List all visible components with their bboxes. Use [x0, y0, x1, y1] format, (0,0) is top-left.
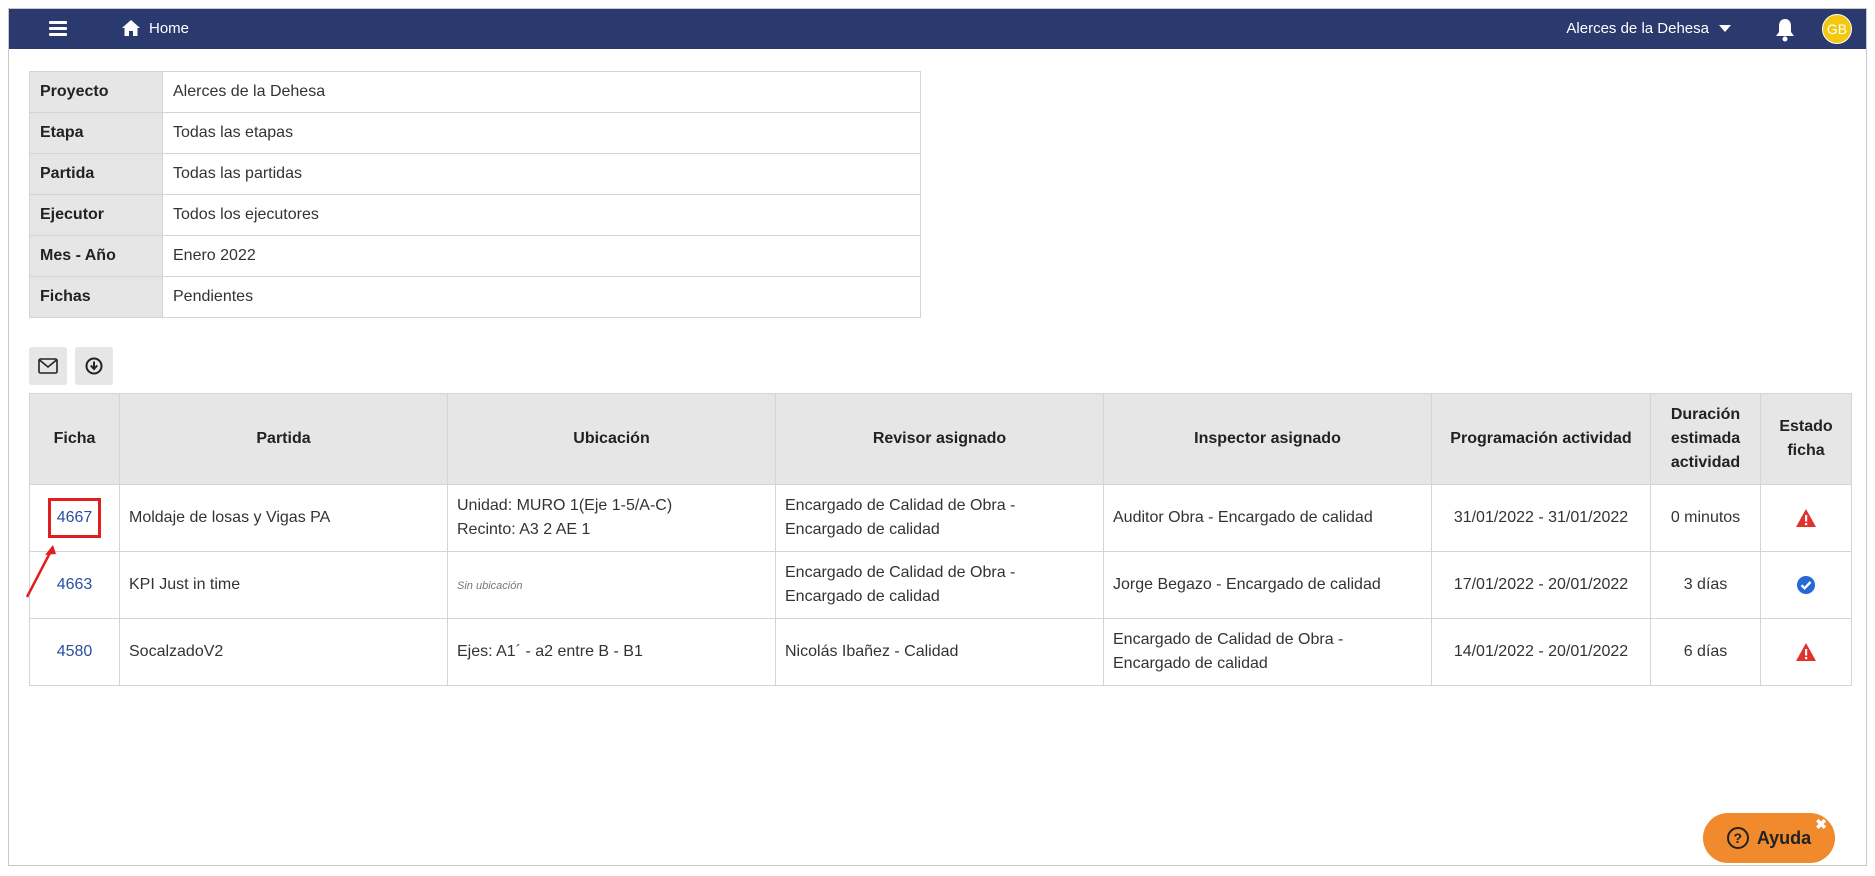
- download-button[interactable]: [75, 347, 113, 385]
- estado-cell: [1760, 618, 1852, 686]
- table-row: 4667 Moldaje de losas y Vigas PA Unidad:…: [29, 484, 1852, 552]
- filter-value: Alerces de la Dehesa: [162, 71, 921, 113]
- header-ficha[interactable]: Ficha: [29, 393, 120, 485]
- help-label: Ayuda: [1756, 827, 1812, 848]
- table-header-row: Ficha Partida Ubicación Revisor asignado…: [29, 393, 1852, 485]
- ubicacion-line: Recinto: A3 2 AE 1: [457, 521, 591, 538]
- filter-row-ejecutor: Ejecutor Todos los ejecutores: [29, 194, 921, 236]
- ficha-link[interactable]: 4667: [57, 509, 93, 526]
- bell-icon[interactable]: [1772, 17, 1798, 43]
- header-ubicacion[interactable]: Ubicación: [447, 393, 776, 485]
- duracion-cell: 6 días: [1650, 618, 1761, 686]
- filter-label: Fichas: [29, 276, 163, 318]
- fichas-table: Ficha Partida Ubicación Revisor asignado…: [29, 393, 1852, 686]
- filter-label: Etapa: [29, 112, 163, 154]
- home-label: Home: [149, 19, 190, 37]
- header-duracion[interactable]: Duración estimada actividad: [1650, 393, 1761, 485]
- filter-value: Todas las partidas: [162, 153, 921, 195]
- programacion-cell: 31/01/2022 - 31/01/2022: [1431, 484, 1651, 552]
- chevron-down-icon: [1719, 25, 1731, 32]
- annotation-highlight-box: 4667: [47, 498, 102, 538]
- header-programacion[interactable]: Programación actividad: [1431, 393, 1651, 485]
- filter-row-partida: Partida Todas las partidas: [29, 153, 921, 195]
- filter-value: Pendientes: [162, 276, 921, 318]
- header-estado[interactable]: Estado ficha: [1760, 393, 1852, 485]
- envelope-icon: [38, 358, 58, 374]
- programacion-cell: 17/01/2022 - 20/01/2022: [1431, 551, 1651, 619]
- ubicacion-cell: Sin ubicación: [447, 551, 776, 619]
- filter-label: Ejecutor: [29, 194, 163, 236]
- estado-cell: [1760, 484, 1852, 552]
- filter-value: Enero 2022: [162, 235, 921, 277]
- ubicacion-line: Unidad: MURO 1(Eje 1-5/A-C): [457, 497, 673, 514]
- warning-triangle-icon[interactable]: [1795, 641, 1817, 663]
- ubicacion-cell: Ejes: A1´ - a2 entre B - B1: [447, 618, 776, 686]
- filter-label: Proyecto: [29, 71, 163, 113]
- partida-cell: Moldaje de losas y Vigas PA: [119, 484, 448, 552]
- inspector-cell: Encargado de Calidad de Obra - Encargado…: [1103, 618, 1432, 686]
- filter-row-fichas: Fichas Pendientes: [29, 276, 921, 318]
- download-icon: [85, 357, 103, 375]
- inspector-cell: Auditor Obra - Encargado de calidad: [1103, 484, 1432, 552]
- ficha-link[interactable]: 4580: [57, 643, 93, 660]
- revisor-cell: Encargado de Calidad de Obra - Encargado…: [775, 484, 1104, 552]
- annotation-arrow-icon: [25, 545, 56, 598]
- programacion-cell: 14/01/2022 - 20/01/2022: [1431, 618, 1651, 686]
- filter-value: Todos los ejecutores: [162, 194, 921, 236]
- no-location-label: Sin ubicación: [457, 579, 523, 592]
- estado-cell: [1760, 551, 1852, 619]
- filter-row-proyecto: Proyecto Alerces de la Dehesa: [29, 71, 921, 113]
- help-button[interactable]: ? Ayuda ✖: [1703, 813, 1835, 863]
- duracion-cell: 0 minutos: [1650, 484, 1761, 552]
- filters-summary-table: Proyecto Alerces de la Dehesa Etapa Toda…: [29, 71, 921, 318]
- partida-cell: SocalzadoV2: [119, 618, 448, 686]
- question-circle-icon: ?: [1726, 827, 1749, 849]
- home-link[interactable]: Home: [121, 19, 189, 37]
- avatar[interactable]: GB: [1822, 14, 1852, 44]
- filter-value: Todas las etapas: [162, 112, 921, 154]
- revisor-cell: Nicolás Ibañez - Calidad: [775, 618, 1104, 686]
- filter-row-etapa: Etapa Todas las etapas: [29, 112, 921, 154]
- filter-label: Partida: [29, 153, 163, 195]
- email-button[interactable]: [29, 347, 67, 385]
- project-selector[interactable]: Alerces de la Dehesa: [1566, 20, 1731, 37]
- filter-row-mes-ano: Mes - Año Enero 2022: [29, 235, 921, 277]
- top-navbar: Home Alerces de la Dehesa GB: [9, 9, 1866, 49]
- table-row: 4663 KPI Just in time Sin ubicación Enca…: [29, 551, 1852, 619]
- hamburger-icon[interactable]: [49, 21, 67, 37]
- app-frame: Home Alerces de la Dehesa GB Proyecto Al…: [8, 8, 1867, 866]
- header-partida[interactable]: Partida: [119, 393, 448, 485]
- ficha-cell: 4580: [29, 618, 120, 686]
- header-inspector[interactable]: Inspector asignado: [1103, 393, 1432, 485]
- check-circle-icon[interactable]: [1795, 574, 1817, 596]
- header-revisor[interactable]: Revisor asignado: [775, 393, 1104, 485]
- warning-triangle-icon[interactable]: [1795, 507, 1817, 529]
- filter-label: Mes - Año: [29, 235, 163, 277]
- table-row: 4580 SocalzadoV2 Ejes: A1´ - a2 entre B …: [29, 618, 1852, 686]
- help-close-icon[interactable]: ✖: [1815, 816, 1827, 833]
- duracion-cell: 3 días: [1650, 551, 1761, 619]
- inspector-cell: Jorge Begazo - Encargado de calidad: [1103, 551, 1432, 619]
- ubicacion-cell: Unidad: MURO 1(Eje 1-5/A-C) Recinto: A3 …: [447, 484, 776, 552]
- home-icon: [122, 20, 140, 36]
- partida-cell: KPI Just in time: [119, 551, 448, 619]
- project-selected-label: Alerces de la Dehesa: [1566, 20, 1709, 37]
- toolbar: [29, 347, 113, 385]
- revisor-cell: Encargado de Calidad de Obra - Encargado…: [775, 551, 1104, 619]
